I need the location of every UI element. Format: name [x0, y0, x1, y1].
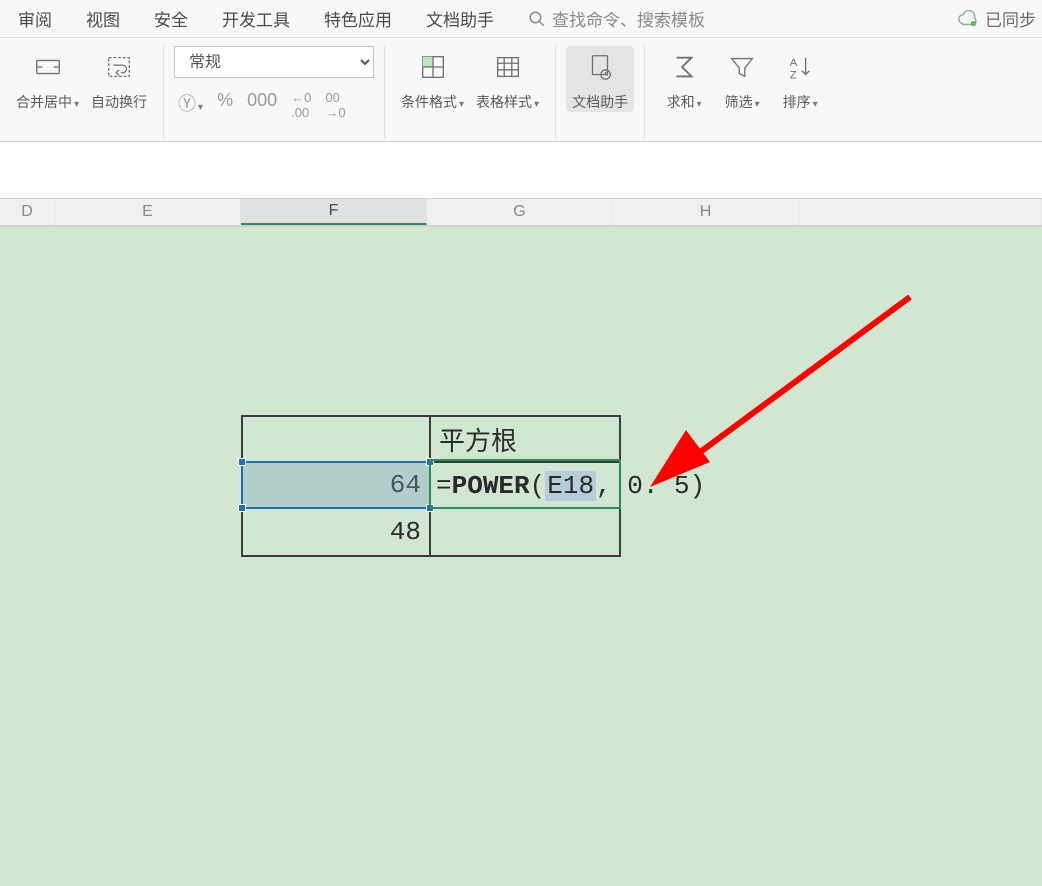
wrap-label: 自动换行 [91, 92, 147, 112]
sort-button[interactable]: AZ 排序▾ [771, 46, 829, 112]
comma-button[interactable]: 000 [247, 90, 277, 120]
ribbon-group-align: 合并居中▾ 自动换行 [0, 46, 164, 138]
cell-E17[interactable] [243, 417, 431, 463]
formula-open: ( [530, 471, 546, 501]
filter-button[interactable]: 筛选▾ [713, 46, 771, 112]
table-style-button[interactable]: 表格样式▾ [470, 46, 545, 112]
sum-icon [667, 50, 701, 84]
decrease-decimal-button[interactable]: 00→0 [325, 90, 345, 120]
col-header-D[interactable]: D [0, 199, 55, 225]
svg-text:A: A [790, 57, 798, 69]
sync-label: 已同步 [985, 6, 1036, 31]
table-style-icon [491, 50, 525, 84]
menu-devtools[interactable]: 开发工具 [222, 6, 290, 31]
menu-review[interactable]: 审阅 [18, 6, 52, 31]
sort-icon: AZ [783, 50, 817, 84]
sum-label: 求和 [667, 94, 695, 110]
search-icon [528, 10, 546, 28]
filter-icon [725, 50, 759, 84]
merge-cells-button[interactable]: 合并居中▾ [10, 46, 85, 112]
col-header-H[interactable]: H [613, 199, 799, 225]
ribbon-group-number: 常规 Ⓨ▾ % 000 ←0.00 00→0 [164, 46, 385, 138]
ribbon-group-edit: 求和▾ 筛选▾ AZ 排序▾ [645, 46, 839, 138]
svg-text:Z: Z [790, 69, 797, 81]
formula-fn: POWER [452, 471, 530, 501]
table-style-label: 表格样式 [476, 94, 532, 110]
percent-button[interactable]: % [217, 90, 233, 120]
cond-format-label: 条件格式 [401, 94, 457, 110]
sort-label: 排序 [783, 94, 811, 110]
merge-label: 合并居中 [16, 94, 72, 110]
command-search[interactable]: 查找命令、搜索模板 [528, 6, 705, 31]
ribbon-group-styles: 条件格式▾ 表格样式▾ [385, 46, 556, 138]
increase-decimal-button[interactable]: ←0.00 [291, 90, 311, 120]
cond-format-icon [416, 50, 450, 84]
wrap-icon [102, 50, 136, 84]
ribbon: 合并居中▾ 自动换行 常规 Ⓨ▾ % 000 ←0.00 00→0 条件格式▾ [0, 38, 1042, 142]
formula-ref: E18 [545, 471, 596, 501]
formula-eq: = [436, 471, 452, 501]
top-menu-bar: 审阅 视图 安全 开发工具 特色应用 文档助手 查找命令、搜索模板 已同步 [0, 0, 1042, 38]
sync-status[interactable]: 已同步 [957, 6, 1042, 31]
autosum-button[interactable]: 求和▾ [655, 46, 713, 112]
spreadsheet-grid[interactable]: 平方根 64 48 =POWER(E18, 0. 5) [0, 226, 1042, 886]
cell-E19[interactable]: 48 [243, 509, 431, 555]
doc-helper-button[interactable]: 文档助手 [566, 46, 634, 112]
cell-F19[interactable] [431, 509, 619, 555]
doc-helper-label: 文档助手 [572, 92, 628, 112]
menu-doc-helper[interactable]: 文档助手 [426, 6, 494, 31]
merge-icon [31, 50, 65, 84]
col-header-G[interactable]: G [427, 199, 613, 225]
col-header-rest[interactable] [799, 199, 1042, 225]
formula-bar-area [0, 142, 1042, 198]
number-format-select[interactable]: 常规 [174, 46, 374, 78]
formula-text[interactable]: =POWER(E18, 0. 5) [436, 471, 705, 501]
ribbon-group-helper: 文档助手 [556, 46, 645, 138]
cell-E18[interactable]: 64 [243, 463, 431, 509]
col-header-E[interactable]: E [55, 199, 241, 225]
filter-label: 筛选 [725, 94, 753, 110]
conditional-format-button[interactable]: 条件格式▾ [395, 46, 470, 112]
wrap-text-button[interactable]: 自动换行 [85, 46, 153, 112]
search-placeholder: 查找命令、搜索模板 [552, 6, 705, 31]
menu-security[interactable]: 安全 [154, 6, 188, 31]
cell-F17[interactable]: 平方根 [431, 417, 619, 463]
doc-helper-icon [583, 50, 617, 84]
currency-button[interactable]: Ⓨ▾ [178, 90, 203, 120]
col-header-F[interactable]: F [241, 199, 427, 225]
menu-featured[interactable]: 特色应用 [324, 6, 392, 31]
column-headers-row: D E F G H [0, 198, 1042, 226]
menu-view[interactable]: 视图 [86, 6, 120, 31]
formula-rest: , 0. 5) [596, 471, 705, 501]
cloud-sync-icon [957, 10, 979, 28]
